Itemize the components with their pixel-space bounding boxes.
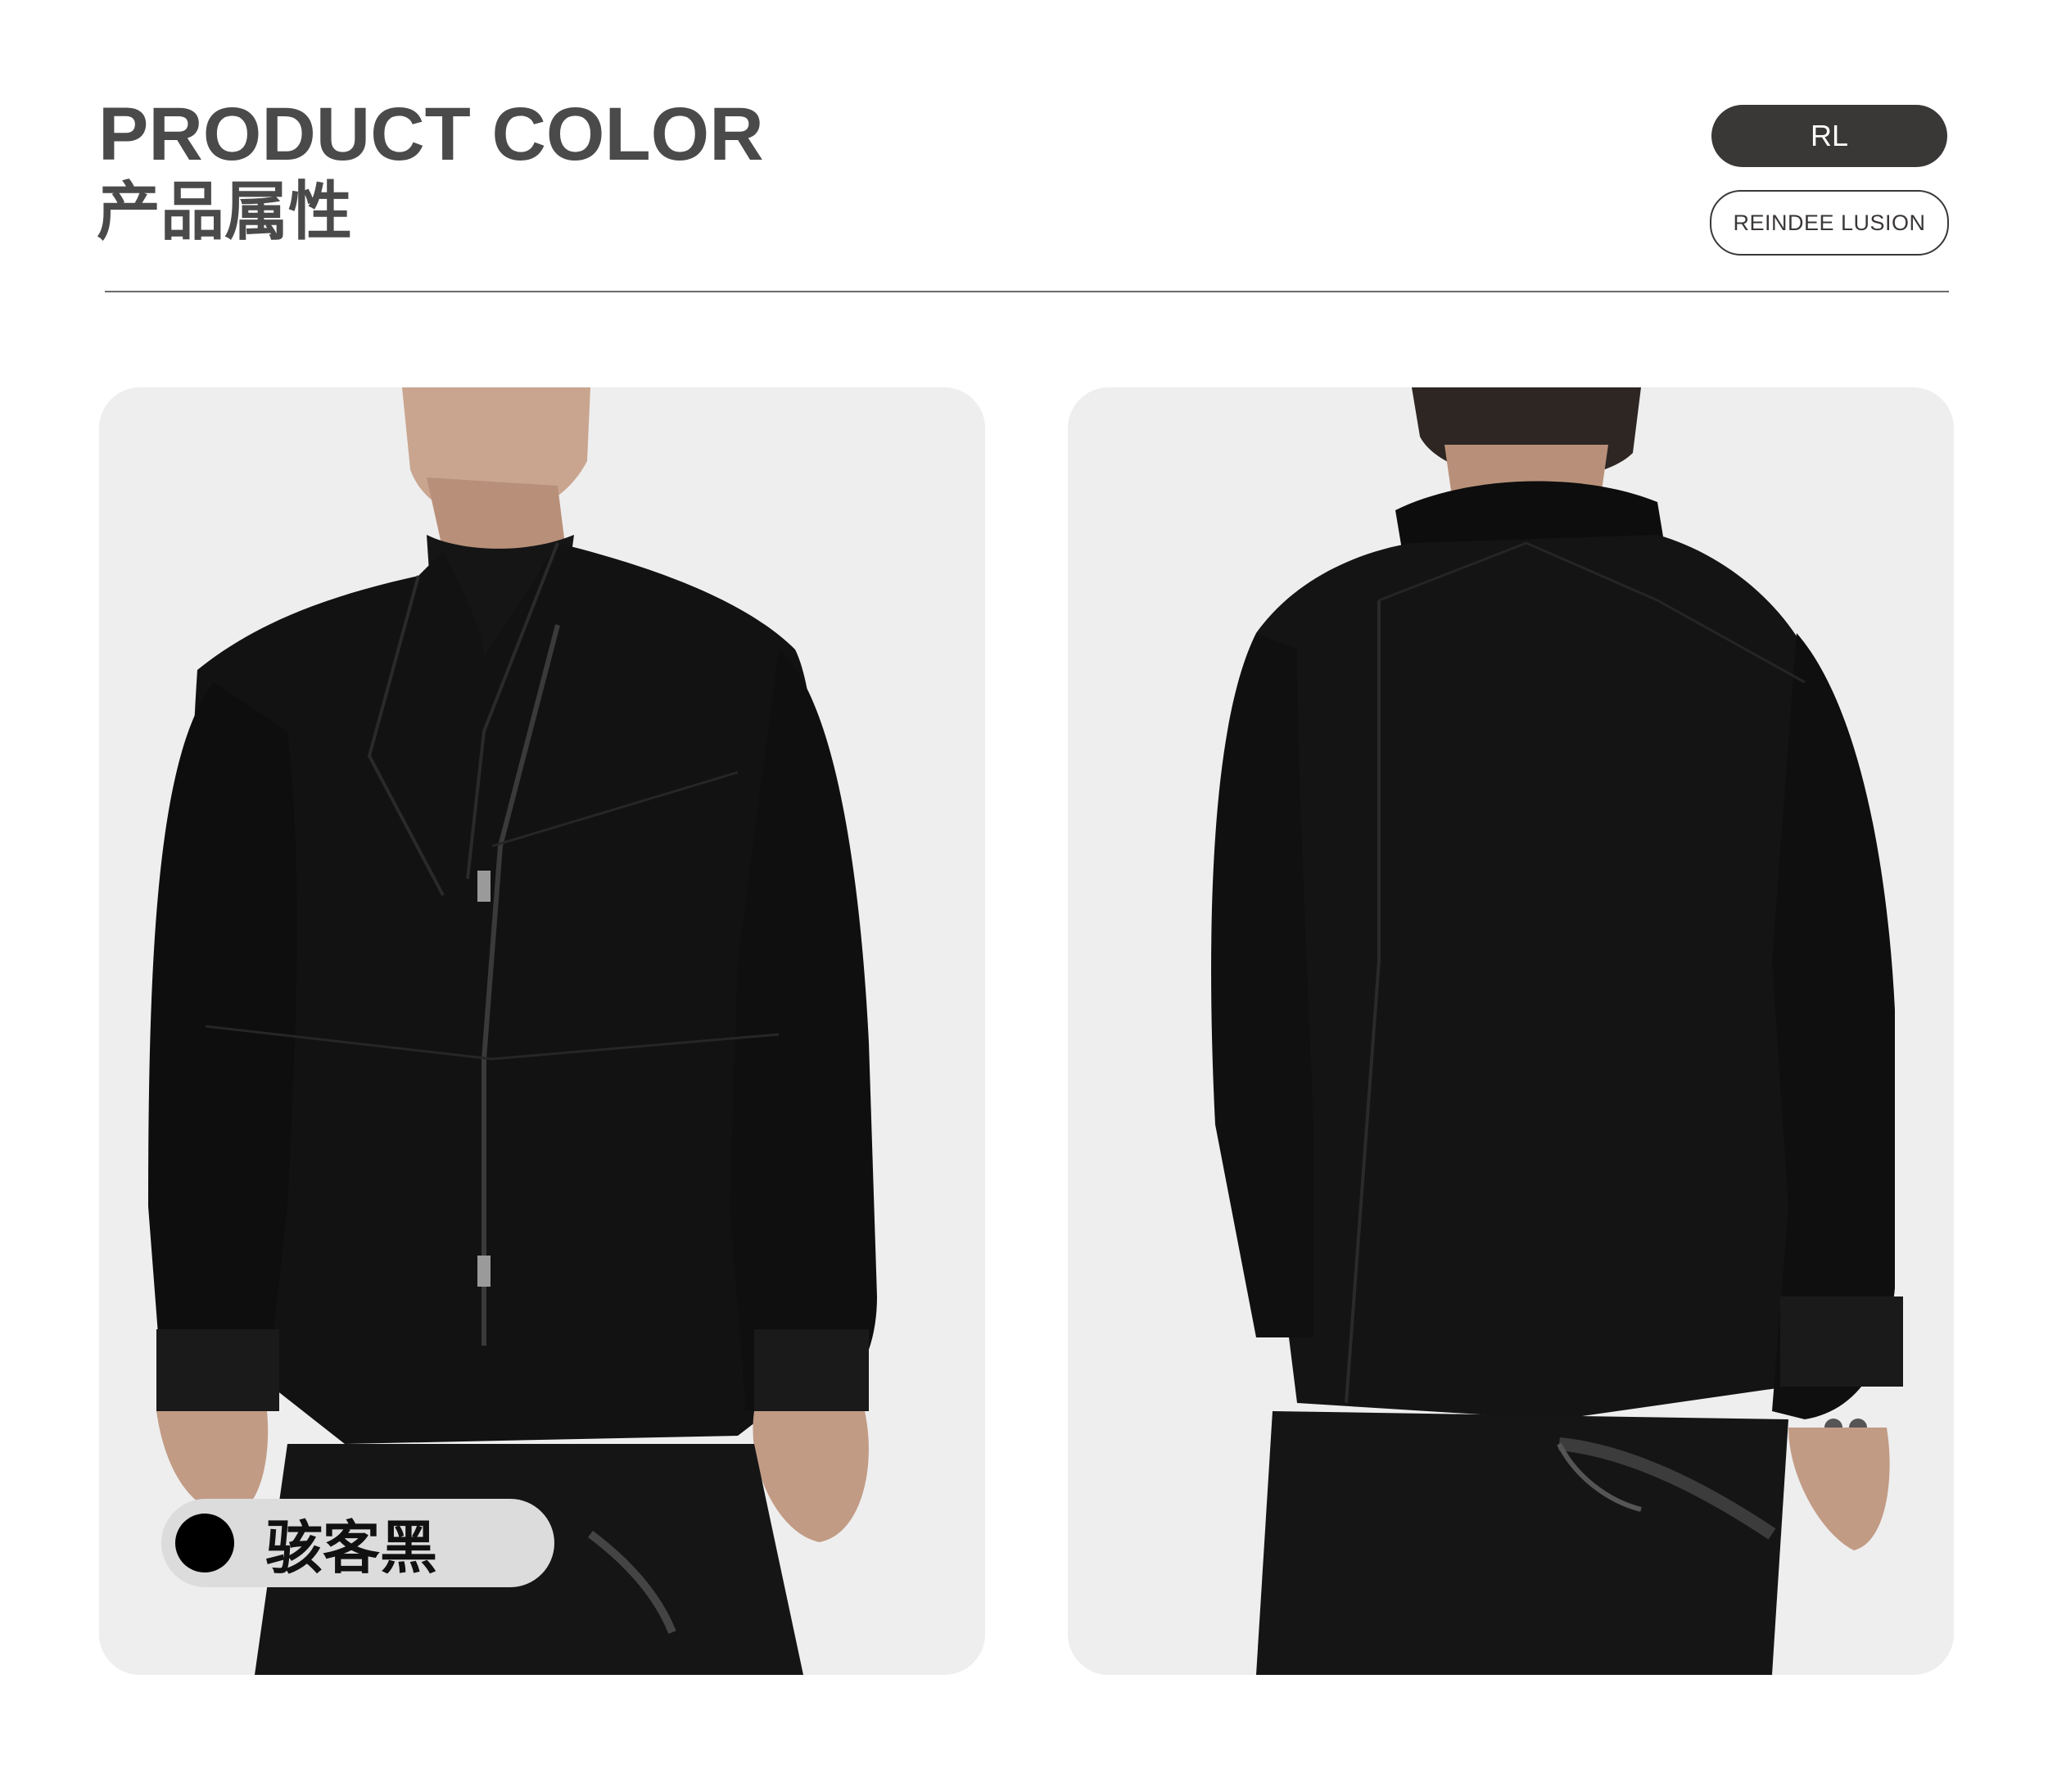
color-name-label: 骇客黑 <box>265 1514 437 1582</box>
black-color-dot <box>175 1514 234 1573</box>
color-swatch-chip[interactable]: 骇客黑 <box>161 1499 554 1587</box>
brand-badge-full: REINDEE LUSION <box>1710 190 1949 256</box>
front-photo-panel: 骇客黑 <box>99 387 985 1675</box>
model-front-image <box>99 387 985 1675</box>
page-title-en: PRODUCT COLOR <box>98 93 764 176</box>
model-back-image <box>1068 387 1954 1675</box>
header-divider <box>105 291 1949 292</box>
back-photo-panel <box>1068 387 1954 1675</box>
page-title-cn: 产品属性 <box>97 175 353 249</box>
brand-badge-short: RL <box>1711 105 1947 167</box>
